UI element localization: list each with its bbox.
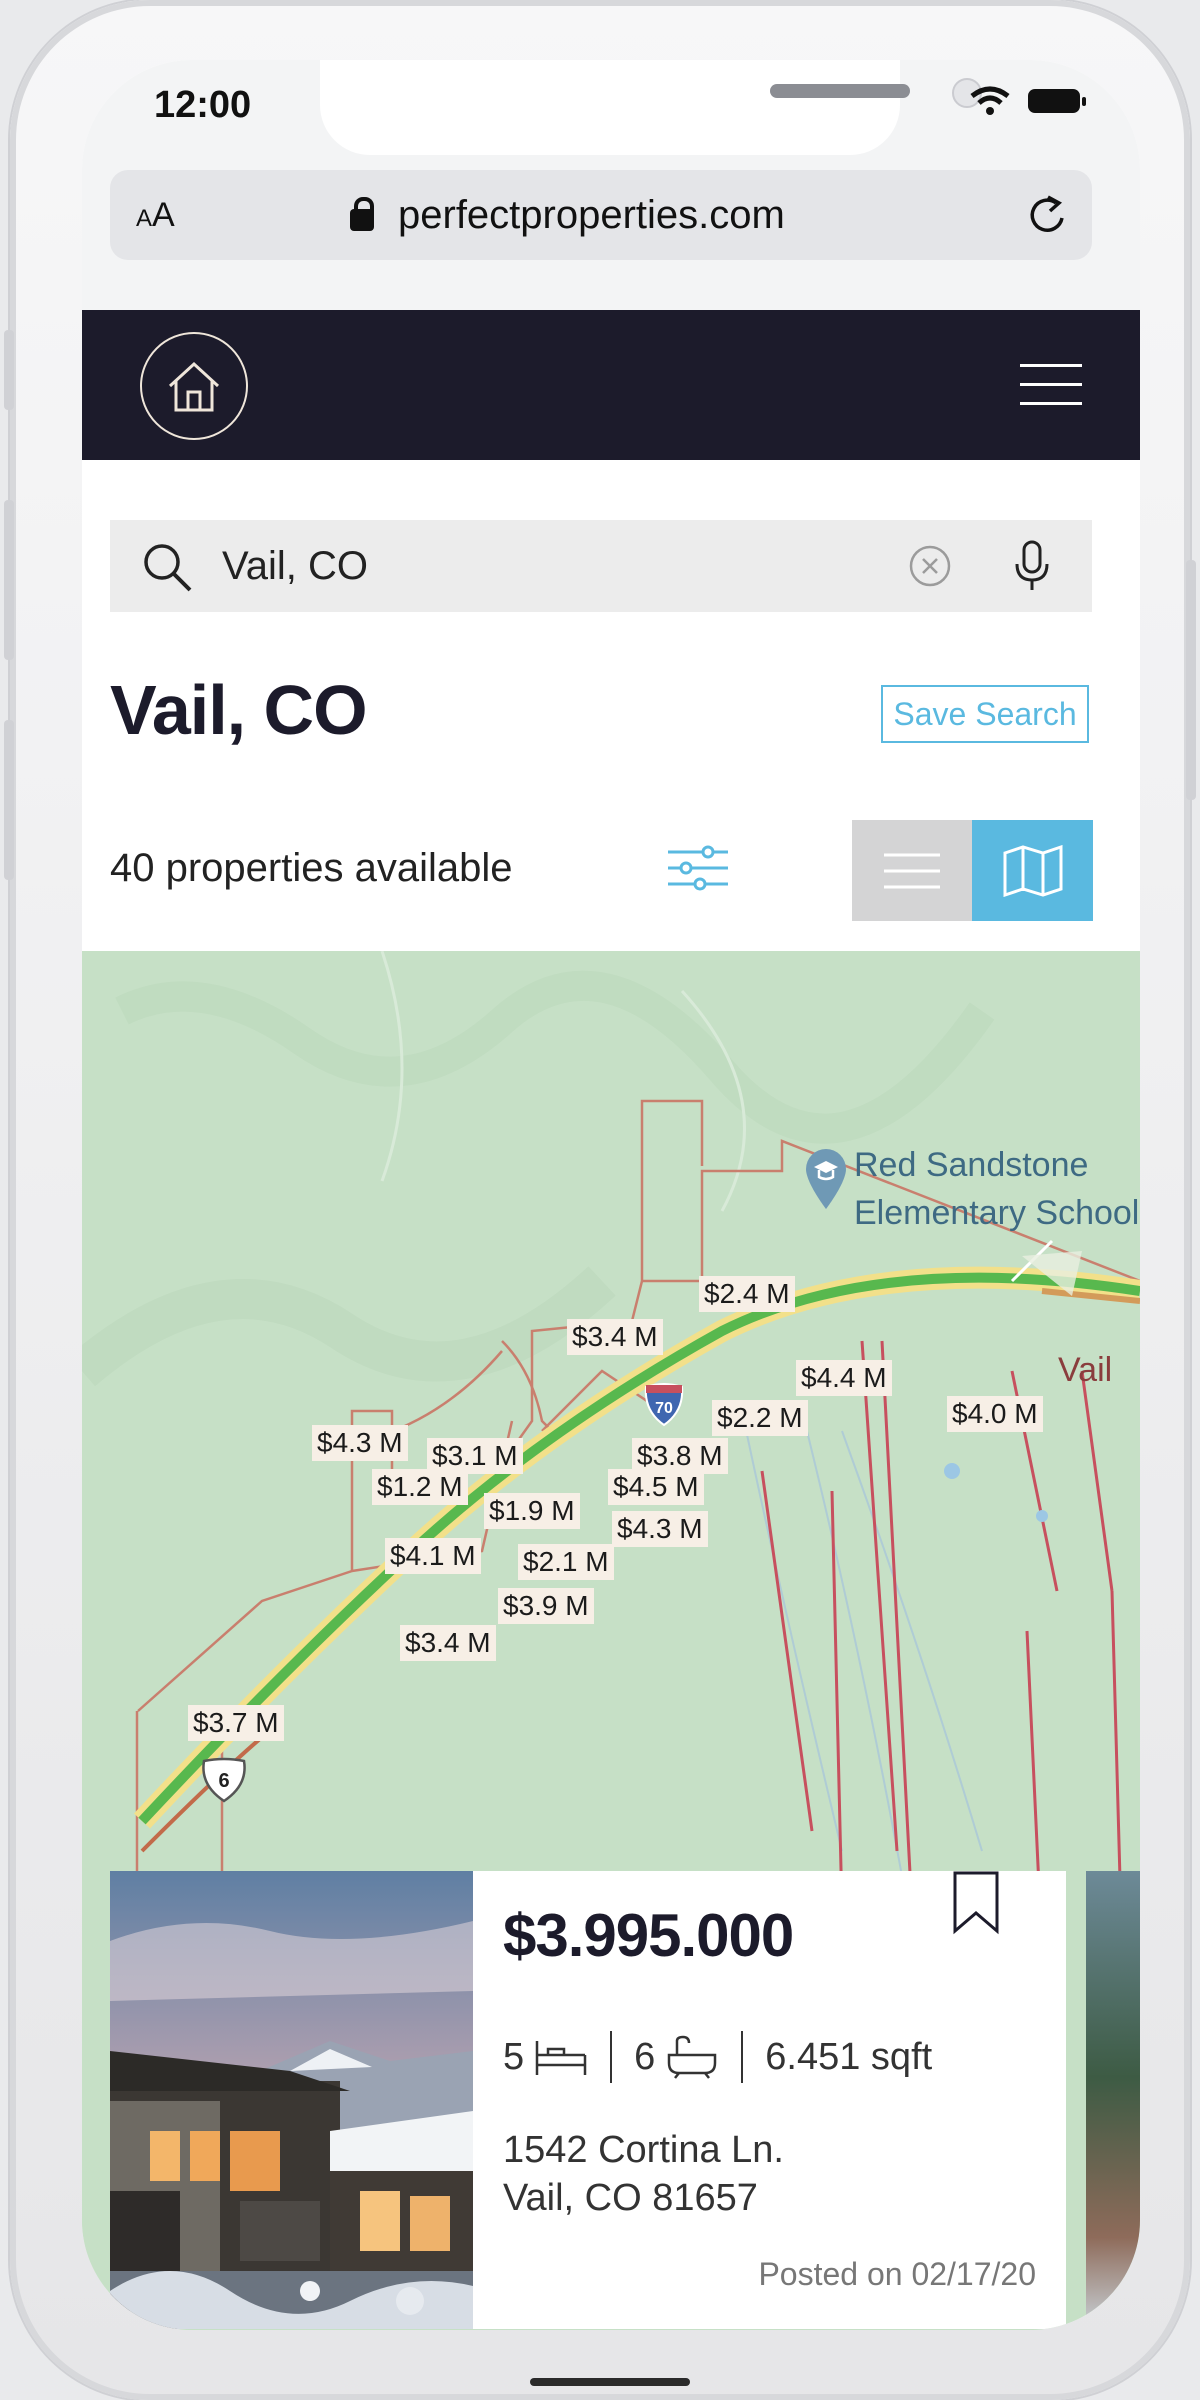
url-text: perfectproperties.com bbox=[398, 192, 785, 237]
map-icon bbox=[1003, 844, 1062, 897]
svg-text:70: 70 bbox=[655, 1400, 673, 1417]
wifi-icon bbox=[970, 86, 1010, 115]
map-view-button[interactable] bbox=[972, 820, 1093, 921]
list-icon bbox=[884, 853, 940, 888]
poi-label[interactable]: Red Sandstone Elementary School bbox=[854, 1141, 1139, 1237]
volume-up-button bbox=[4, 500, 14, 660]
search-bar[interactable]: Vail, CO bbox=[110, 520, 1092, 612]
route-shield-icon: 6 bbox=[202, 1757, 246, 1803]
posted-date: Posted on 02/17/20 bbox=[758, 2256, 1036, 2292]
house-icon bbox=[168, 361, 220, 412]
beds-count: 5 bbox=[503, 2035, 525, 2078]
price-pin[interactable]: $1.9 M bbox=[484, 1493, 580, 1529]
phone-frame: 12:00 AA perfectproperties.com Vail, CO … bbox=[4, 0, 1196, 2400]
power-button bbox=[1186, 560, 1196, 800]
battery-icon bbox=[1028, 89, 1086, 113]
filter-icon[interactable] bbox=[666, 844, 730, 892]
svg-text:6: 6 bbox=[218, 1770, 229, 1792]
area-size: 6.451 sqft bbox=[765, 2035, 933, 2078]
divider bbox=[741, 2031, 744, 2083]
mute-switch bbox=[4, 330, 14, 410]
view-toggle bbox=[852, 820, 1093, 921]
list-view-button[interactable] bbox=[852, 820, 972, 921]
listing-photo[interactable] bbox=[110, 1871, 473, 2329]
notch bbox=[320, 60, 982, 155]
price-pin[interactable]: $4.1 M bbox=[385, 1538, 481, 1574]
price-pin[interactable]: $2.1 M bbox=[518, 1544, 614, 1580]
price-pin[interactable]: $4.3 M bbox=[612, 1511, 708, 1547]
interstate-shield-icon: 70 bbox=[644, 1383, 684, 1427]
address-bar[interactable]: AA perfectproperties.com bbox=[110, 170, 1092, 260]
price-pin[interactable]: $4.3 M bbox=[312, 1425, 408, 1461]
bed-icon bbox=[535, 2041, 587, 2075]
clear-icon[interactable] bbox=[908, 544, 952, 588]
bookmark-icon[interactable] bbox=[951, 1871, 1001, 1935]
microphone-icon[interactable] bbox=[1012, 538, 1052, 594]
price-pin[interactable]: $4.4 M bbox=[796, 1360, 892, 1396]
menu-bar bbox=[1020, 383, 1082, 386]
listing-address: 1542 Cortina Ln. Vail, CO 81657 bbox=[503, 2129, 784, 2219]
lock-icon bbox=[350, 197, 374, 231]
price-pin[interactable]: $1.2 M bbox=[372, 1469, 468, 1505]
home-logo-button[interactable] bbox=[140, 332, 248, 440]
next-listing-card[interactable] bbox=[1086, 1871, 1140, 2329]
screen: 12:00 AA perfectproperties.com Vail, CO … bbox=[82, 60, 1140, 2330]
clock: 12:00 bbox=[154, 84, 252, 126]
page-title: Vail, CO bbox=[110, 671, 368, 749]
price-pin[interactable]: $4.0 M bbox=[947, 1396, 1043, 1432]
save-search-button[interactable]: Save Search bbox=[881, 685, 1089, 743]
price-pin[interactable]: $3.9 M bbox=[498, 1588, 594, 1624]
home-indicator bbox=[530, 2378, 690, 2386]
reload-icon[interactable] bbox=[1026, 192, 1070, 238]
price-pin[interactable]: $3.4 M bbox=[567, 1319, 663, 1355]
price-pin[interactable]: $2.2 M bbox=[712, 1400, 808, 1436]
menu-bar bbox=[1020, 402, 1082, 405]
site-header bbox=[82, 310, 1140, 460]
properties-count: 40 properties available bbox=[110, 846, 513, 890]
baths-count: 6 bbox=[634, 2035, 656, 2078]
listing-price: $3.995.000 bbox=[503, 1902, 794, 1969]
volume-down-button bbox=[4, 720, 14, 880]
price-pin[interactable]: $3.7 M bbox=[188, 1705, 284, 1741]
status-icons bbox=[970, 86, 1086, 116]
search-icon bbox=[144, 544, 192, 592]
listing-details: $3.995.000 5 6 6.451 sqft 1542 Cortina L… bbox=[473, 1871, 1066, 2329]
menu-button[interactable] bbox=[1020, 364, 1082, 421]
school-pin-icon[interactable] bbox=[804, 1147, 848, 1211]
price-pin[interactable]: $3.4 M bbox=[400, 1625, 496, 1661]
town-label: Vail bbox=[1058, 1351, 1113, 1389]
price-pin[interactable]: $2.4 M bbox=[699, 1276, 795, 1312]
status-bar: 12:00 bbox=[82, 60, 1140, 170]
bathtub-icon bbox=[668, 2035, 717, 2079]
reader-options-button[interactable]: AA bbox=[136, 196, 175, 235]
search-input[interactable]: Vail, CO bbox=[222, 544, 368, 589]
house-photo bbox=[110, 1871, 473, 2329]
listing-card[interactable]: $3.995.000 5 6 6.451 sqft 1542 Cortina L… bbox=[110, 1871, 1066, 2329]
menu-bar bbox=[1020, 364, 1082, 367]
listing-features: 5 6 6.451 sqft bbox=[503, 2031, 932, 2083]
speaker bbox=[770, 84, 910, 98]
url-display[interactable]: perfectproperties.com bbox=[350, 170, 972, 260]
divider bbox=[610, 2031, 613, 2083]
price-pin[interactable]: $4.5 M bbox=[608, 1469, 704, 1505]
